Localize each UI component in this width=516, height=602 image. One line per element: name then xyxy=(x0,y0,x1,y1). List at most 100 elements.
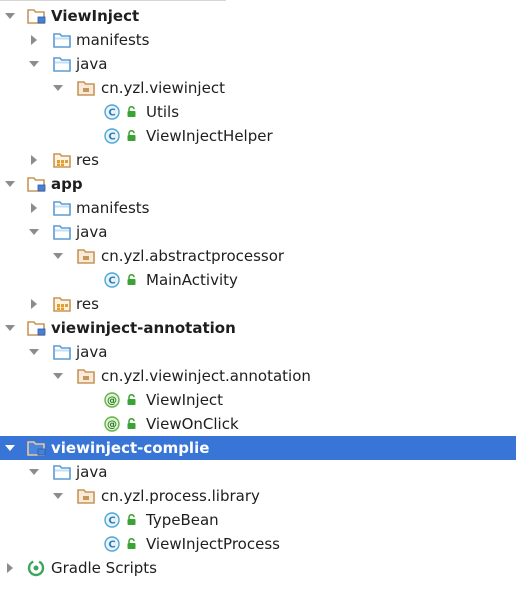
chevron-right-icon[interactable] xyxy=(28,148,40,172)
class-row[interactable]: C MainActivity xyxy=(0,268,516,292)
folder-icon xyxy=(52,340,72,364)
resource-folder-icon xyxy=(52,148,72,172)
lock-icon xyxy=(125,412,137,436)
module-folder-icon xyxy=(27,172,47,196)
folder-icon xyxy=(52,460,72,484)
module-row[interactable]: viewinject-complie xyxy=(0,436,516,460)
package-icon xyxy=(76,484,96,508)
package-row[interactable]: cn.yzl.abstractprocessor xyxy=(0,244,516,268)
folder-label: java xyxy=(76,343,108,361)
chevron-down-icon[interactable] xyxy=(4,4,16,28)
chevron-down-icon[interactable] xyxy=(52,484,64,508)
package-row[interactable]: cn.yzl.process.library xyxy=(0,484,516,508)
chevron-right-icon[interactable] xyxy=(28,28,40,52)
annotation-label: ViewOnClick xyxy=(146,415,239,433)
chevron-down-icon[interactable] xyxy=(52,364,64,388)
svg-text:C: C xyxy=(108,540,115,551)
package-icon xyxy=(76,76,96,100)
folder-row[interactable]: java xyxy=(0,340,516,364)
chevron-down-icon[interactable] xyxy=(28,52,40,76)
folder-icon xyxy=(52,28,72,52)
chevron-down-icon[interactable] xyxy=(28,460,40,484)
package-row[interactable]: cn.yzl.viewinject.annotation xyxy=(0,364,516,388)
package-icon xyxy=(76,364,96,388)
chevron-right-icon[interactable] xyxy=(28,292,40,316)
package-label: cn.yzl.viewinject xyxy=(101,79,225,97)
folder-row[interactable]: manifests xyxy=(0,196,516,220)
folder-label: java xyxy=(76,463,108,481)
module-name: viewinject-annotation xyxy=(51,319,236,337)
svg-text:C: C xyxy=(108,132,115,143)
class-label: TypeBean xyxy=(146,511,219,529)
folder-label: res xyxy=(76,151,99,169)
chevron-down-icon[interactable] xyxy=(28,340,40,364)
class-row[interactable]: C TypeBean xyxy=(0,508,516,532)
module-name: app xyxy=(51,175,83,193)
annotation-row[interactable]: @ ViewInject xyxy=(0,388,516,412)
annotation-label: ViewInject xyxy=(146,391,224,409)
package-label: cn.yzl.process.library xyxy=(101,487,260,505)
lock-icon xyxy=(125,532,137,556)
lock-icon xyxy=(125,388,137,412)
folder-label: manifests xyxy=(76,31,150,49)
chevron-down-icon[interactable] xyxy=(52,244,64,268)
resource-folder-icon xyxy=(52,292,72,316)
project-tree: ViewInject manifests java cn.yzl.viewinject… xyxy=(0,4,516,580)
class-label: ViewInjectProcess xyxy=(146,535,280,553)
module-name: viewinject-complie xyxy=(51,439,210,457)
folder-row[interactable]: java xyxy=(0,460,516,484)
chevron-down-icon[interactable] xyxy=(4,436,16,460)
top-divider xyxy=(0,0,516,3)
folder-row[interactable]: java xyxy=(0,52,516,76)
class-row[interactable]: C ViewInjectProcess xyxy=(0,532,516,556)
package-row[interactable]: cn.yzl.viewinject xyxy=(0,76,516,100)
folder-row[interactable]: res xyxy=(0,148,516,172)
lock-icon xyxy=(125,124,137,148)
class-row[interactable]: C ViewInjectHelper xyxy=(0,124,516,148)
gradle-scripts-row[interactable]: Gradle Scripts xyxy=(0,556,516,580)
lock-icon xyxy=(125,100,137,124)
annotation-at-icon: @ xyxy=(102,388,122,412)
folder-icon xyxy=(52,220,72,244)
chevron-down-icon[interactable] xyxy=(4,316,16,340)
folder-icon xyxy=(52,196,72,220)
module-row[interactable]: ViewInject xyxy=(0,4,516,28)
package-icon xyxy=(76,244,96,268)
svg-text:@: @ xyxy=(107,396,117,407)
annotation-row[interactable]: @ ViewOnClick xyxy=(0,412,516,436)
module-name: ViewInject xyxy=(51,7,140,25)
module-row[interactable]: app xyxy=(0,172,516,196)
chevron-right-icon[interactable] xyxy=(28,196,40,220)
gradle-scripts-label: Gradle Scripts xyxy=(51,559,157,577)
folder-label: java xyxy=(76,223,108,241)
chevron-right-icon[interactable] xyxy=(4,556,16,580)
class-c-icon: C xyxy=(102,508,122,532)
package-label: cn.yzl.viewinject.annotation xyxy=(101,367,311,385)
folder-label: res xyxy=(76,295,99,313)
folder-icon xyxy=(52,52,72,76)
folder-label: java xyxy=(76,55,108,73)
module-row[interactable]: viewinject-annotation xyxy=(0,316,516,340)
svg-text:C: C xyxy=(108,108,115,119)
chevron-down-icon[interactable] xyxy=(52,76,64,100)
folder-label: manifests xyxy=(76,199,150,217)
svg-text:C: C xyxy=(108,516,115,527)
class-c-icon: C xyxy=(102,100,122,124)
module-folder-icon xyxy=(27,4,47,28)
module-folder-icon xyxy=(27,436,47,460)
class-label: ViewInjectHelper xyxy=(146,127,273,145)
svg-text:@: @ xyxy=(107,420,117,431)
class-c-icon: C xyxy=(102,124,122,148)
gradle-icon xyxy=(26,556,46,580)
class-label: Utils xyxy=(146,103,180,121)
chevron-down-icon[interactable] xyxy=(4,172,16,196)
lock-icon xyxy=(125,508,137,532)
package-label: cn.yzl.abstractprocessor xyxy=(101,247,285,265)
folder-row[interactable]: manifests xyxy=(0,28,516,52)
folder-row[interactable]: java xyxy=(0,220,516,244)
chevron-down-icon[interactable] xyxy=(28,220,40,244)
class-c-icon: C xyxy=(102,532,122,556)
folder-row[interactable]: res xyxy=(0,292,516,316)
class-row[interactable]: C Utils xyxy=(0,100,516,124)
svg-text:C: C xyxy=(108,276,115,287)
